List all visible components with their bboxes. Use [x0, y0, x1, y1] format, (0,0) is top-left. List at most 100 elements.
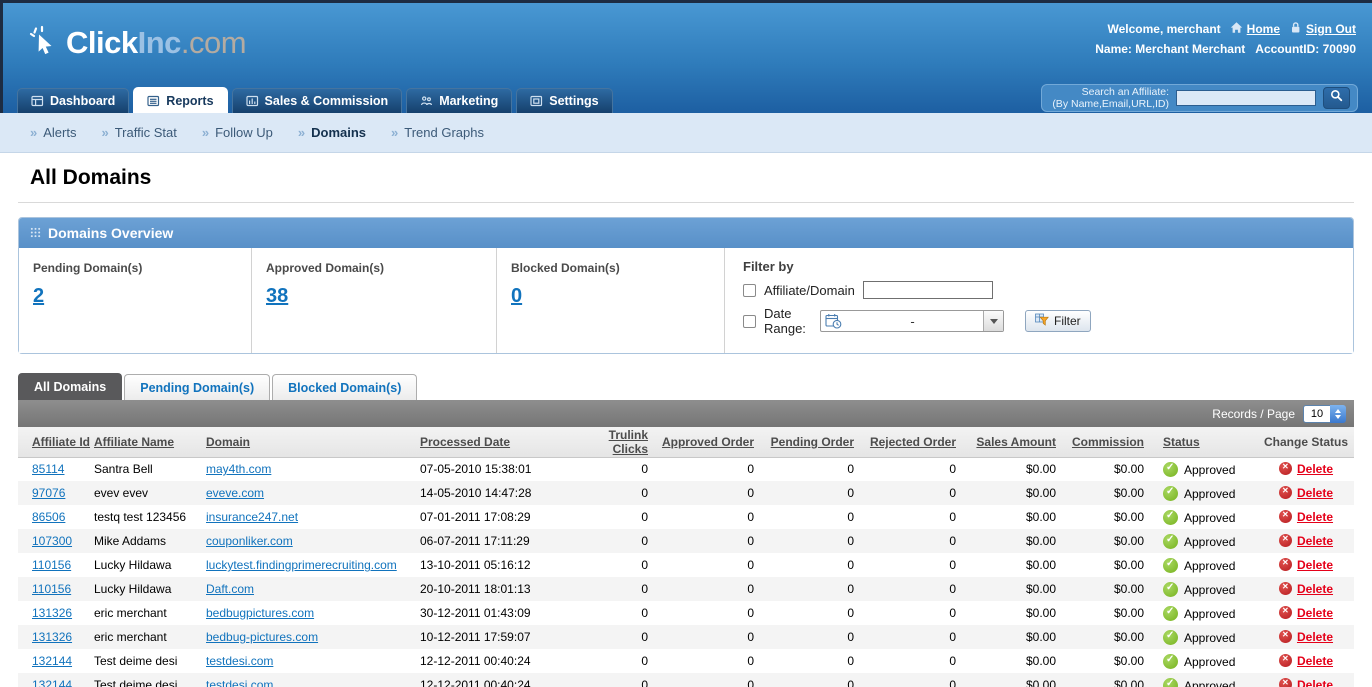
subnav-item-traffic-stat[interactable]: » Traffic Stat: [101, 125, 176, 140]
home-link[interactable]: Home: [1230, 21, 1280, 37]
date-range-dropdown[interactable]: -: [820, 310, 1004, 332]
dropdown-arrow-button[interactable]: [983, 311, 1003, 331]
affiliate-id-link[interactable]: 85114: [32, 462, 64, 476]
col-pending-order[interactable]: Pending Order: [766, 427, 866, 458]
clickinc-logo[interactable]: ClickInc.com: [28, 25, 247, 61]
approved-order-cell: 0: [747, 510, 754, 524]
domain-link[interactable]: bedbugpictures.com: [206, 606, 314, 620]
col-domain[interactable]: Domain: [206, 427, 410, 458]
domain-link[interactable]: insurance247.net: [206, 510, 298, 524]
affiliate-name-cell: Lucky Hildawa: [94, 582, 172, 596]
domain-link[interactable]: couponliker.com: [206, 534, 293, 548]
delete-link[interactable]: Delete: [1297, 678, 1333, 687]
delete-link[interactable]: Delete: [1297, 654, 1333, 668]
sales-amount-cell: $0.00: [1025, 534, 1056, 548]
page-title: All Domains: [30, 166, 152, 189]
stat-pending-domains: Pending Domain(s) 2: [19, 248, 252, 353]
subnav-item-alerts[interactable]: » Alerts: [30, 125, 76, 140]
domain-link[interactable]: may4th.com: [206, 462, 271, 476]
domain-link[interactable]: eveve.com: [206, 486, 264, 500]
delete-link[interactable]: Delete: [1297, 534, 1333, 548]
delete-link[interactable]: Delete: [1297, 630, 1333, 644]
rejected-order-cell: 0: [949, 486, 956, 500]
affiliate-domain-input[interactable]: [862, 281, 993, 299]
domains-table-tabs: All Domains Pending Domain(s) Blocked Do…: [18, 373, 1354, 400]
delete-x-icon: [1278, 582, 1292, 595]
welcome-text: Welcome, merchant: [1107, 22, 1221, 36]
date-range-checkbox[interactable]: [743, 314, 756, 328]
tab-all-domains[interactable]: All Domains: [18, 373, 123, 400]
delete-x-icon: [1278, 558, 1292, 571]
subnav-item-trend-graphs[interactable]: » Trend Graphs: [391, 125, 484, 140]
filter-button[interactable]: Filter: [1025, 310, 1091, 332]
affiliate-id-link[interactable]: 86506: [32, 510, 65, 524]
rejected-order-cell: 0: [949, 558, 956, 572]
trulink-clicks-cell: 0: [641, 558, 648, 572]
nav-tab-dashboard[interactable]: Dashboard: [17, 88, 130, 113]
affiliate-id-link[interactable]: 131326: [32, 630, 72, 644]
delete-link[interactable]: Delete: [1297, 510, 1333, 524]
domain-link[interactable]: bedbug-pictures.com: [206, 630, 318, 644]
col-rejected-order[interactable]: Rejected Order: [866, 427, 968, 458]
affiliate-id-link[interactable]: 110156: [32, 582, 71, 596]
affiliate-domain-checkbox[interactable]: [743, 283, 756, 297]
affiliate-id-link[interactable]: 132144: [32, 678, 72, 687]
rejected-order-cell: 0: [949, 582, 956, 596]
affiliate-id-link[interactable]: 97076: [32, 486, 65, 500]
col-processed-date[interactable]: Processed Date: [410, 427, 572, 458]
domain-link[interactable]: luckytest.findingprimerecruiting.com: [206, 558, 397, 572]
sign-out-link[interactable]: Sign Out: [1289, 21, 1356, 37]
panel-header: Domains Overview: [19, 218, 1353, 248]
col-sales-amount[interactable]: Sales Amount: [968, 427, 1068, 458]
tab-pending-domains[interactable]: Pending Domain(s): [124, 374, 271, 400]
domain-link[interactable]: testdesi.com: [206, 654, 273, 668]
app-header: ClickInc.com Welcome, merchant Home Sign…: [0, 3, 1372, 113]
home-icon: [1230, 21, 1243, 37]
search-button[interactable]: [1323, 87, 1350, 109]
delete-x-icon: [1278, 462, 1292, 476]
pending-order-cell: 0: [847, 582, 854, 596]
nav-tab-marketing[interactable]: Marketing: [406, 88, 513, 113]
pending-order-cell: 0: [847, 630, 854, 644]
affiliate-name-cell: Santra Bell: [94, 462, 153, 477]
col-status[interactable]: Status: [1156, 427, 1258, 458]
approved-check-icon: [1163, 485, 1178, 501]
subnav-item-domains[interactable]: » Domains: [298, 125, 366, 140]
affiliate-id-link[interactable]: 131326: [32, 606, 72, 620]
approved-count-link[interactable]: 38: [266, 285, 288, 308]
delete-link[interactable]: Delete: [1297, 582, 1333, 596]
delete-link[interactable]: Delete: [1297, 462, 1333, 476]
processed-date-cell: 06-07-2011 17:11:29: [420, 534, 530, 548]
col-affiliate-id[interactable]: Affiliate Id: [18, 427, 94, 458]
blocked-count-link[interactable]: 0: [511, 285, 522, 308]
records-per-page-select[interactable]: 10: [1303, 404, 1346, 423]
records-per-page-value: 10: [1303, 404, 1330, 423]
delete-link[interactable]: Delete: [1297, 606, 1333, 620]
trulink-clicks-cell: 0: [641, 534, 648, 548]
chevron-icon: »: [201, 125, 210, 140]
col-affiliate-name[interactable]: Affiliate Name: [94, 427, 206, 458]
search-input[interactable]: [1176, 90, 1316, 106]
nav-tab-settings[interactable]: Settings: [516, 88, 613, 113]
delete-link[interactable]: Delete: [1297, 486, 1333, 500]
affiliate-id-link[interactable]: 132144: [32, 654, 72, 668]
funnel-icon: [1035, 313, 1049, 329]
rejected-order-cell: 0: [949, 534, 956, 548]
table-row: 132144 Test deime desi testdesi.com 12-1…: [18, 649, 1354, 673]
delete-link[interactable]: Delete: [1297, 558, 1333, 572]
col-approved-order[interactable]: Approved Order: [660, 427, 766, 458]
col-commission[interactable]: Commission: [1068, 427, 1156, 458]
processed-date-cell: 20-10-2011 18:01:13: [420, 582, 531, 596]
tab-blocked-domains[interactable]: Blocked Domain(s): [272, 374, 418, 400]
domain-link[interactable]: Daft.com: [206, 582, 254, 596]
nav-tab-reports[interactable]: Reports: [133, 87, 228, 113]
col-trulink-clicks[interactable]: Trulink Clicks: [572, 427, 660, 458]
affiliate-id-link[interactable]: 107300: [32, 534, 72, 548]
affiliate-id-link[interactable]: 110156: [32, 558, 71, 572]
subnav-item-follow-up[interactable]: » Follow Up: [202, 125, 273, 140]
nav-tab-sales-commission[interactable]: Sales & Commission: [231, 88, 403, 113]
stat-label: Blocked Domain(s): [511, 261, 620, 275]
domain-link[interactable]: testdesi.com: [206, 678, 273, 687]
pending-count-link[interactable]: 2: [33, 285, 44, 308]
domains-table: Affiliate Id Affiliate Name Domain Proce…: [18, 427, 1354, 687]
